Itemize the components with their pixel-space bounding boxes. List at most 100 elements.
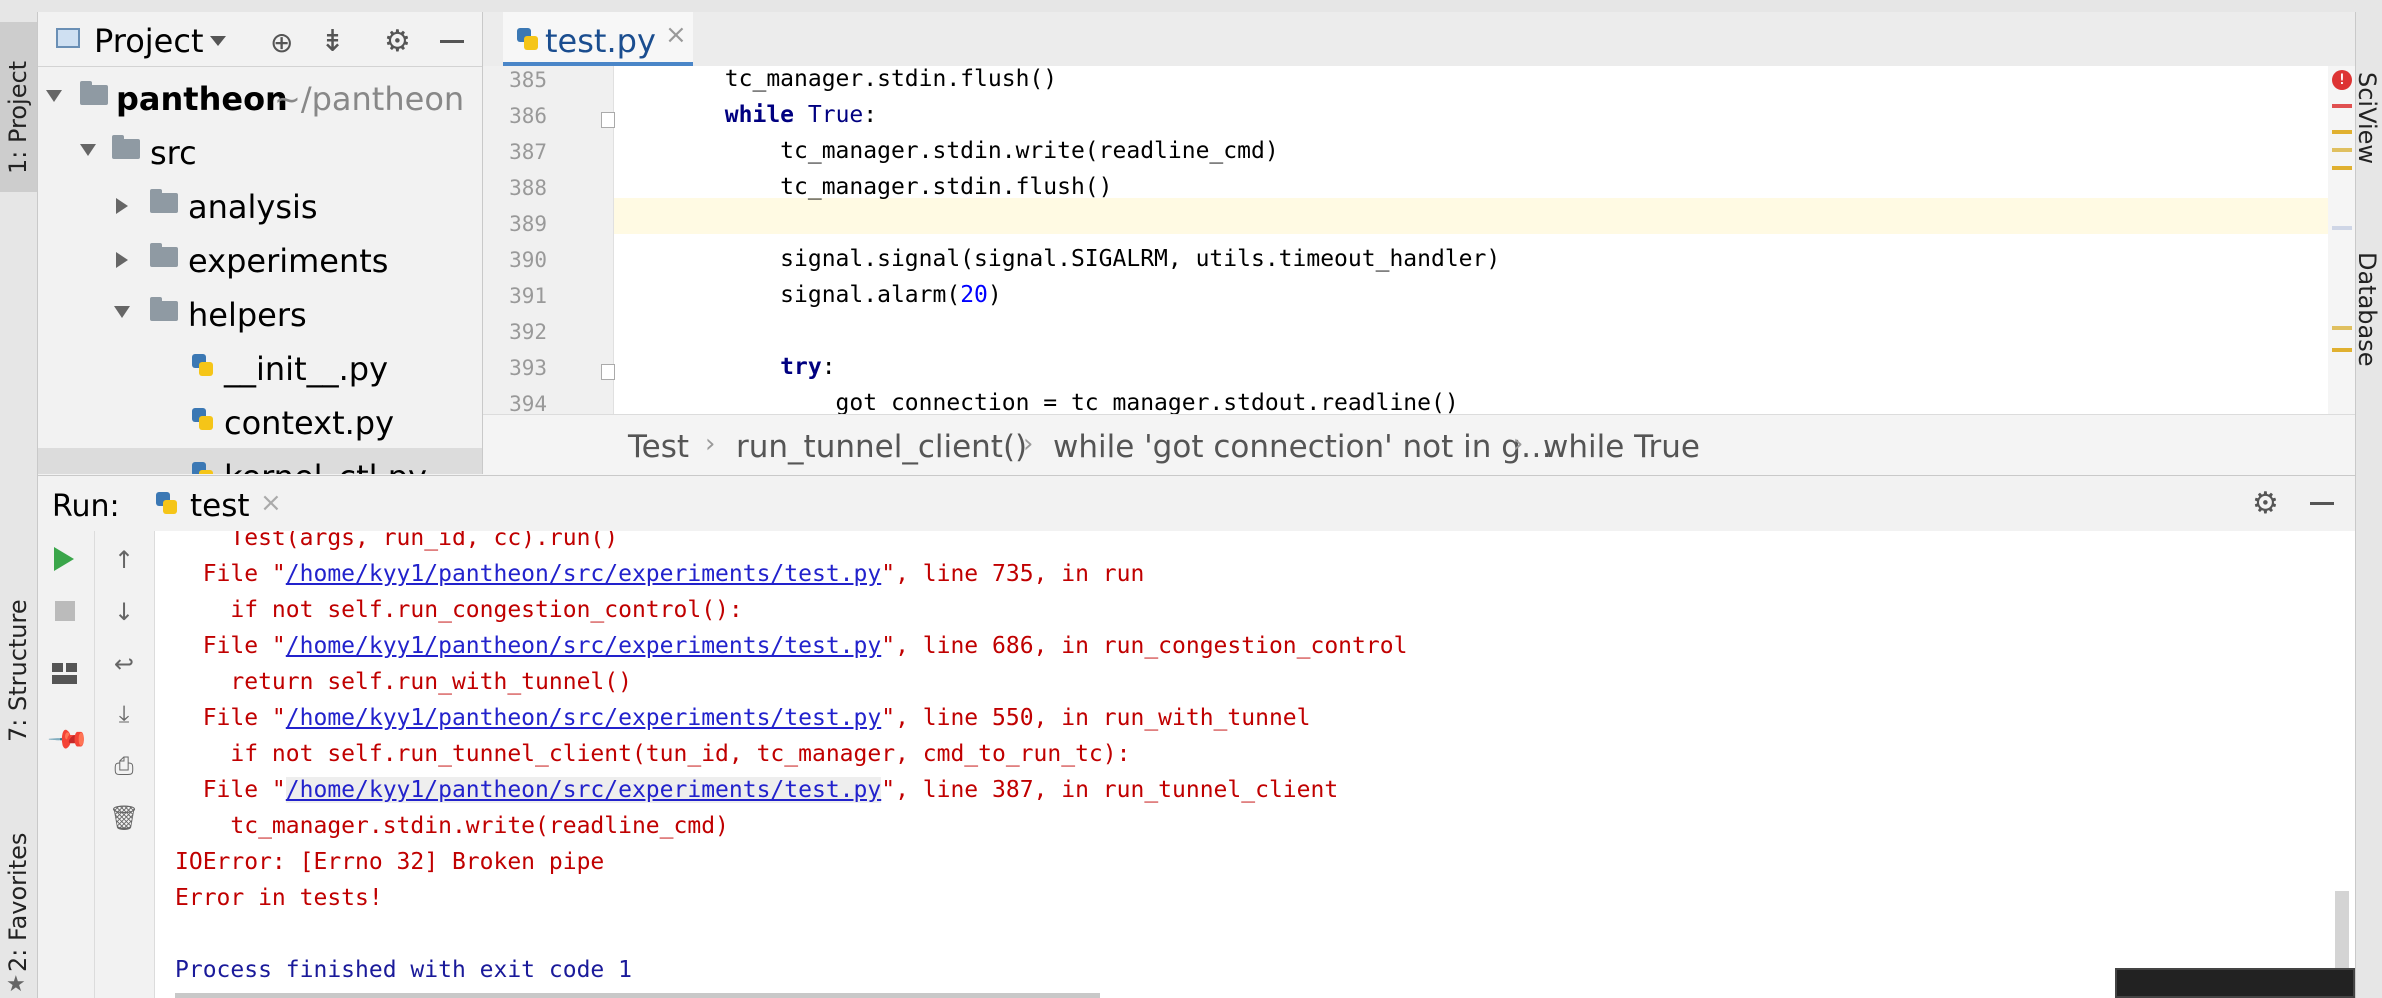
layout-icon[interactable] — [52, 663, 78, 685]
down-arrow-icon[interactable]: ↓ — [109, 597, 139, 627]
folder-icon — [150, 243, 178, 267]
warning-marker[interactable] — [2332, 326, 2352, 330]
horizontal-scrollbar[interactable] — [175, 993, 1100, 998]
code-line: signal.alarm(20) — [614, 282, 1002, 308]
tree-item-experiments[interactable]: experiments — [38, 232, 482, 286]
locate-icon[interactable]: ⊕ — [270, 26, 293, 59]
warning-marker[interactable] — [2332, 130, 2352, 134]
tree-item-context-py[interactable]: context.py — [38, 394, 482, 448]
gear-icon[interactable]: ⚙ — [2252, 486, 2279, 521]
breadcrumb-item[interactable]: run_tunnel_client() — [736, 429, 1027, 465]
expand-arrow-icon[interactable] — [46, 90, 62, 102]
line-number: 388 — [509, 176, 547, 200]
sciview-tool-tab[interactable]: SciView — [2353, 32, 2382, 172]
soft-wrap-icon[interactable]: ↩ — [109, 649, 139, 679]
up-arrow-icon[interactable]: ↑ — [109, 545, 139, 575]
file-link[interactable]: /home/kyy1/pantheon/src/experiments/test… — [286, 633, 881, 659]
tree-item-init-py[interactable]: __init__.py — [38, 340, 482, 394]
file-link[interactable]: /home/kyy1/pantheon/src/experiments/test… — [285, 777, 882, 803]
code-text: tc_manager.stdin.flush() — [614, 66, 1058, 92]
print-icon[interactable]: ⎙ — [109, 751, 139, 781]
rerun-icon[interactable] — [54, 547, 74, 571]
minimize-icon[interactable] — [440, 40, 464, 43]
pin-icon[interactable]: 📌 — [46, 718, 90, 762]
fold-marker-icon[interactable] — [601, 112, 615, 128]
tree-item-helpers[interactable]: helpers — [38, 286, 482, 340]
run-console[interactable]: Test(args, run_id, cc).run() File "/home… — [155, 531, 2355, 998]
star-icon: ★ — [6, 972, 26, 997]
close-icon[interactable]: × — [260, 488, 282, 518]
code-editor[interactable]: 385 386 387 388 389 390 391 392 393 394 … — [483, 66, 2355, 414]
code-line: tc_manager.stdin.flush() — [614, 66, 2355, 102]
collapse-arrow-icon[interactable] — [116, 198, 128, 214]
breadcrumb-item[interactable]: while True — [1543, 429, 1700, 465]
error-indicator-icon[interactable]: ! — [2332, 70, 2352, 90]
minimize-icon[interactable] — [2310, 502, 2334, 505]
scroll-to-end-icon[interactable]: ⤓ — [109, 699, 139, 729]
warning-marker[interactable] — [2332, 166, 2352, 170]
tree-label: experiments — [188, 242, 389, 280]
code-text: got_connection = tc_manager.stdout.readl… — [614, 390, 1459, 414]
tree-item-src[interactable]: src — [38, 124, 482, 178]
folder-icon — [150, 297, 178, 321]
close-icon[interactable]: × — [665, 20, 687, 50]
breadcrumb-item[interactable]: Test — [628, 429, 689, 465]
database-tool-tab[interactable]: Database — [2353, 212, 2382, 372]
tree-path-hint: ~/pantheon — [274, 80, 465, 118]
fold-marker-icon[interactable] — [601, 364, 615, 380]
python-run-icon — [154, 490, 178, 516]
breadcrumb-item[interactable]: while 'got connection' not in g… — [1053, 429, 1552, 465]
code-line: tc_manager.stdin.write(readline_cmd) — [614, 138, 2355, 174]
tree-item-kernel-ctl-py[interactable]: kernel_ctl.py — [38, 448, 482, 474]
console-text: ", line 550, in run_with_tunnel — [881, 705, 1311, 731]
console-line: Process finished with exit code 1 — [175, 957, 632, 983]
chevron-right-icon: › — [1023, 429, 1034, 459]
console-line: tc_manager.stdin.write(readline_cmd) — [175, 813, 729, 839]
console-line: File "/home/kyy1/pantheon/src/experiment… — [175, 561, 1145, 597]
warning-marker[interactable] — [2332, 226, 2352, 230]
console-line: IOError: [Errno 32] Broken pipe — [175, 849, 605, 875]
collapse-arrow-icon[interactable] — [116, 252, 128, 268]
tree-label: pantheon — [116, 80, 288, 118]
folder-icon — [112, 135, 140, 159]
expand-arrow-icon[interactable] — [80, 144, 96, 156]
tree-label: src — [150, 134, 197, 172]
code-line: signal.signal(signal.SIGALRM, utils.time… — [614, 246, 2355, 282]
trash-icon[interactable]: 🗑 — [109, 803, 139, 833]
project-panel-title[interactable]: Project — [94, 22, 203, 60]
run-panel-header: Run: test × ⚙ — [38, 475, 2355, 532]
keyword-try: try — [780, 354, 822, 380]
python-file-icon — [190, 352, 214, 378]
stop-icon[interactable] — [55, 601, 75, 621]
console-text: ", line 387, in run_tunnel_client — [881, 777, 1339, 803]
chevron-right-icon: › — [705, 429, 716, 459]
favorites-tool-tab[interactable]: 2: Favorites — [0, 802, 37, 982]
tree-item-analysis[interactable]: analysis — [38, 178, 482, 232]
right-tool-strip: SciView Database — [2353, 12, 2382, 998]
structure-tool-tab[interactable]: 7: Structure — [0, 582, 37, 752]
console-text: File " — [175, 705, 286, 731]
code-area[interactable]: tc_manager.stdin.flush() while True: tc_… — [614, 66, 2328, 414]
line-number: 391 — [509, 284, 547, 308]
project-view-icon — [56, 28, 80, 48]
project-tool-tab[interactable]: 1: Project — [0, 22, 37, 192]
tree-item-pantheon[interactable]: pantheon ~/pantheon — [38, 70, 482, 124]
folder-icon — [150, 189, 178, 213]
warning-marker[interactable] — [2332, 148, 2352, 152]
expand-arrow-icon[interactable] — [114, 306, 130, 318]
code-text: tc_manager.stdin.write(readline_cmd) — [614, 138, 1279, 164]
gear-icon[interactable]: ⚙ — [384, 24, 411, 59]
file-link[interactable]: /home/kyy1/pantheon/src/experiments/test… — [286, 561, 881, 587]
tab-test-py[interactable]: test.py × — [503, 12, 693, 66]
code-text: signal.signal(signal.SIGALRM, utils.time… — [614, 246, 1501, 272]
tree-label: helpers — [188, 296, 307, 334]
console-line: Error in tests! — [175, 885, 383, 911]
error-marker[interactable] — [2332, 104, 2352, 108]
file-link[interactable]: /home/kyy1/pantheon/src/experiments/test… — [286, 705, 881, 731]
run-tab-test[interactable]: test × — [150, 476, 320, 530]
error-stripe[interactable]: ! — [2328, 66, 2355, 414]
chevron-down-icon[interactable] — [210, 36, 226, 46]
warning-marker[interactable] — [2332, 348, 2352, 352]
console-text: File " — [175, 777, 286, 803]
collapse-all-icon[interactable]: ⇟ — [320, 24, 345, 59]
